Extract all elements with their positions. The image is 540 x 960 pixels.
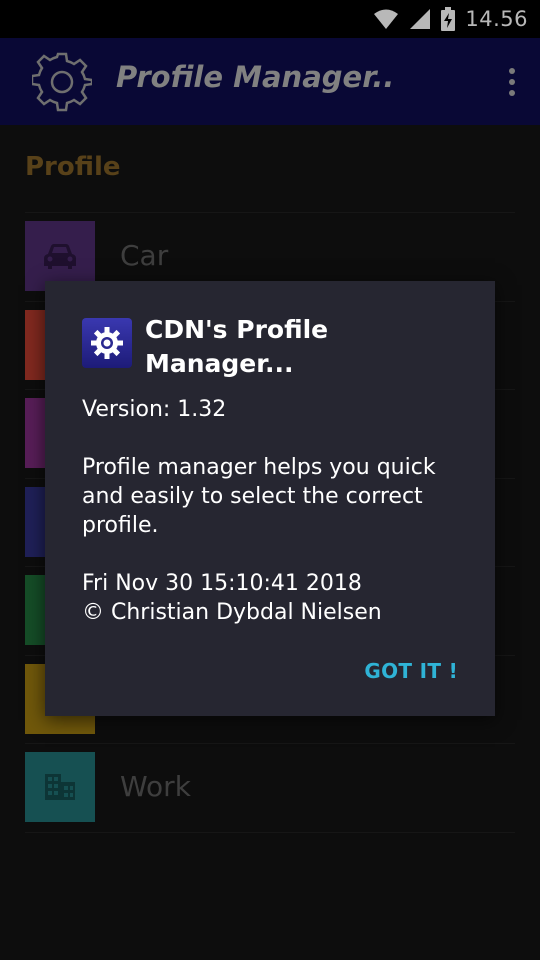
copyright-text: © Christian Dybdal Nielsen: [82, 600, 382, 625]
version-text: Version: 1.32: [82, 397, 227, 422]
about-dialog: CDN's Profile Manager... Version: 1.32 P…: [45, 281, 495, 716]
got-it-button[interactable]: GOT IT !: [364, 659, 458, 683]
dialog-title: CDN's Profile Manager...: [145, 315, 329, 378]
dialog-body: Version: 1.32 Profile manager helps you …: [82, 395, 472, 627]
app-gear-icon: [82, 318, 132, 368]
build-date-text: Fri Nov 30 15:10:41 2018: [82, 571, 362, 596]
description-text: Profile manager helps you quick and easi…: [82, 455, 436, 538]
